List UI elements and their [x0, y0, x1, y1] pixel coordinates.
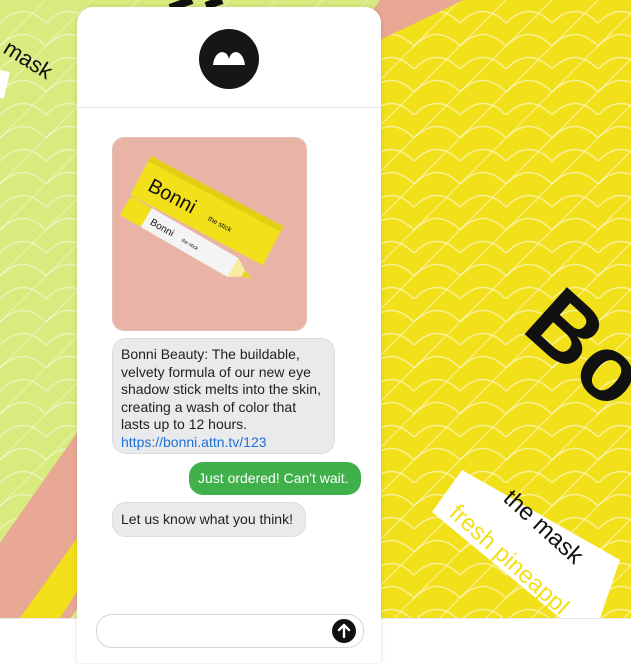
bonni-logo-icon: [199, 29, 259, 89]
arrow-up-icon: [337, 623, 351, 639]
send-button[interactable]: [332, 619, 356, 643]
incoming-message: Bonni Beauty: The buildable, velvety for…: [112, 338, 335, 454]
message-line: creating a wash of color that: [121, 398, 297, 415]
chat-header: [77, 7, 381, 108]
message-line: shadow stick melts into the skin,: [121, 381, 321, 397]
outgoing-message-text: Just ordered! Can't wait.: [198, 470, 349, 486]
incoming-message-text: Let us know what you think!: [121, 511, 293, 527]
product-image-svg: Bonni the stick Bonni the stick: [113, 138, 306, 330]
bonni-logo-svg: [213, 52, 245, 65]
phone-frame: Bonni the stick Bonni the stick Bonni Be…: [77, 7, 381, 663]
message-line: velvety formula of our new eye: [121, 363, 311, 380]
message-link[interactable]: https://bonni.attn.tv/123: [121, 434, 326, 452]
product-image[interactable]: Bonni the stick Bonni the stick: [112, 137, 307, 331]
outgoing-message: Just ordered! Can't wait.: [189, 462, 361, 495]
message-line: lasts up to 12 hours.: [121, 416, 248, 432]
message-input[interactable]: [96, 614, 364, 648]
message-line: Bonni Beauty: The buildable,: [121, 346, 300, 362]
incoming-message: Let us know what you think!: [112, 502, 306, 537]
